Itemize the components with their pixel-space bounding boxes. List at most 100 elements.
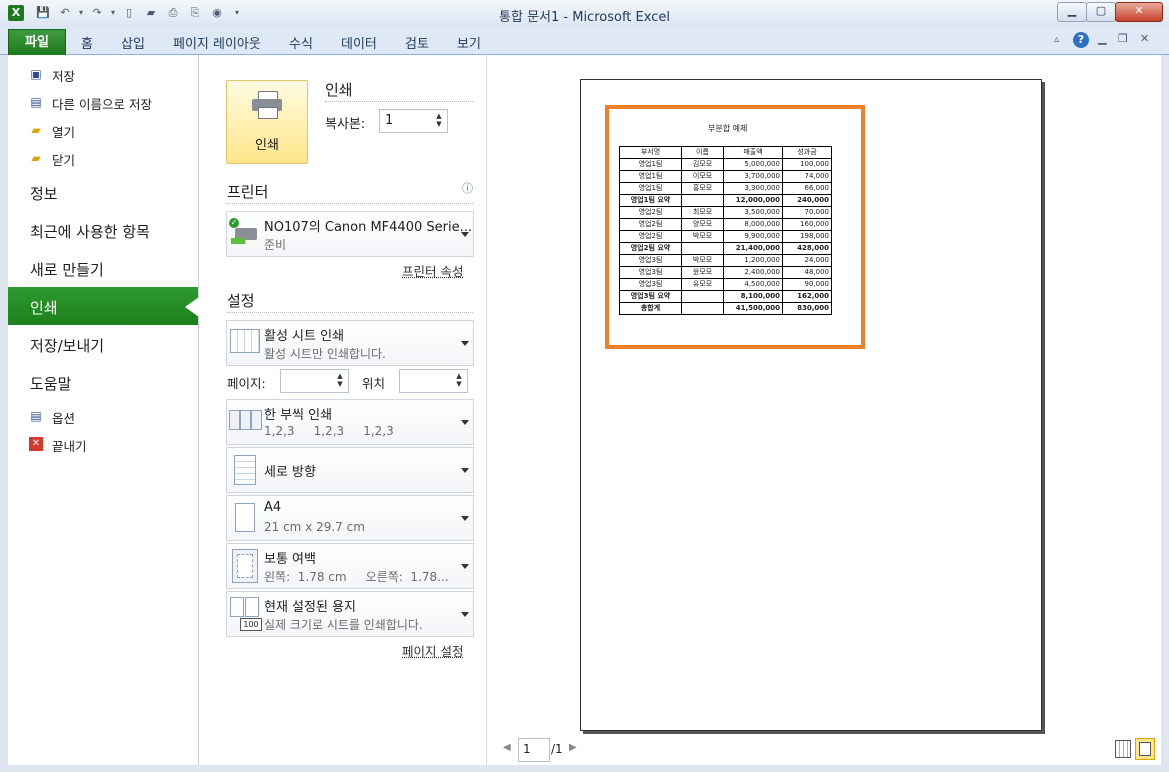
workbook-close-icon[interactable]: ✕ [1140,32,1149,45]
collate-label: 한 부씩 인쇄 [264,408,333,423]
printer-properties-link[interactable]: 프린터 속성 [402,261,463,280]
nav-new[interactable]: 새로 만들기 [30,259,104,280]
nav-help[interactable]: 도움말 [30,373,71,394]
folder-close-icon: ▰ [31,151,41,165]
info-icon[interactable]: ⓘ [462,180,473,196]
preview-cell-sales: 1,200,000 [723,254,783,267]
preview-cell-sales: 3,700,000 [723,170,783,183]
workbook-restore-icon[interactable]: ❐ [1118,32,1128,45]
chevron-down-icon [461,420,469,425]
preview-cell-dept: 총합계 [619,302,682,315]
pages-label: 페이지: [227,376,266,391]
margins-label: 보통 여백 [264,552,316,567]
pages-to-stepper[interactable]: ▲ ▼ [399,369,468,393]
stepper-arrows-icon[interactable]: ▲ ▼ [434,112,444,128]
tab-review[interactable]: 검토 [405,33,429,52]
tab-file[interactable]: 파일 [8,29,66,55]
nav-save[interactable]: 저장 [52,66,75,85]
divider [227,312,473,313]
tab-insert[interactable]: 삽입 [121,33,145,52]
preview-row: 영업3팀 박모모 1,200,000 24,000 [619,254,832,267]
nav-save-as[interactable]: 다른 이름으로 저장 [52,94,152,113]
nav-recent[interactable]: 최근에 사용한 항목 [30,221,150,242]
nav-info[interactable]: 정보 [30,183,58,204]
preview-table-container: 부서명 이름 매출액 성과금 영업1팀 김모모 5,000,000 100,000 영업1팀 이모… [619,146,832,315]
print-section-title: 인쇄 [325,81,353,99]
printer-section-title: 프린터 [227,183,269,201]
preview-cell-sales: 2,400,000 [723,266,783,279]
margins-dropdown[interactable]: 보통 여백 왼쪽: 1.78 cm 오른쪽: 1.78... [226,543,474,589]
zoom-to-page-icon[interactable] [1135,738,1155,760]
preview-cell-dept: 영업2팀 [619,206,682,219]
scaling-icon: 100 [230,597,262,631]
help-icon[interactable]: ? [1073,32,1089,48]
print-what-label: 활성 시트 인쇄 [264,329,345,344]
tab-formulas[interactable]: 수식 [289,33,313,52]
nav-options[interactable]: 옵션 [52,408,75,427]
workbook-minimize-icon[interactable]: ▁ [1098,32,1106,45]
window-title: 통합 문서1 - Microsoft Excel [499,10,670,25]
tab-view[interactable]: 보기 [457,33,481,52]
preview-cell-sales: 3,500,000 [723,206,783,219]
preview-cell-dept: 영업3팀 [619,254,682,267]
page-number-input[interactable]: 1 [518,738,550,762]
next-page-icon[interactable]: ▶ [569,742,577,753]
nav-open[interactable]: 열기 [52,122,75,141]
preview-cell-sales: 9,900,000 [723,230,783,243]
tab-page-layout[interactable]: 페이지 레이아웃 [173,33,261,52]
print-button[interactable]: 인쇄 [226,80,308,164]
printer-dropdown[interactable]: ✓ NO107의 Canon MF4400 Serie... 준비 [226,211,474,257]
folder-open-icon: ▰ [31,123,41,137]
selection-arrow [185,297,199,317]
paper-icon [235,503,255,532]
options-icon: ▤ [30,409,42,423]
stepper-arrows-icon[interactable]: ▲ ▼ [454,372,464,388]
orientation-dropdown[interactable]: 세로 방향 [226,447,474,493]
tab-home[interactable]: 홈 [81,33,93,52]
close-button[interactable]: ✕ [1115,2,1163,22]
chevron-down-icon [461,612,469,617]
preview-row: 영업1팀 김모모 5,000,000 100,000 [619,158,832,171]
scaling-dropdown[interactable]: 100 현재 설정된 용지 실제 크기로 시트를 인쇄합니다. [226,591,474,637]
preview-cell-name: 박모모 [681,230,724,243]
preview-cell-bonus: 162,000 [782,290,832,303]
restore-button[interactable]: ▢ [1086,2,1116,22]
tab-data[interactable]: 데이터 [341,33,377,52]
collate-dropdown[interactable]: 한 부씩 인쇄 1,2,3 1,2,3 1,2,3 [226,399,474,445]
preview-cell-name: 홍모모 [681,182,724,195]
preview-cell-bonus: 74,000 [782,170,832,183]
preview-cell-name [681,242,724,255]
nav-save-send[interactable]: 저장/보내기 [30,335,104,356]
scaling-label: 현재 설정된 용지 [264,600,356,615]
print-what-desc: 활성 시트만 인쇄합니다. [264,347,386,361]
prev-page-icon[interactable]: ◀ [503,742,511,753]
nav-print[interactable]: 인쇄 [30,297,58,318]
ribbon-minimize-icon[interactable]: ▵ [1054,34,1059,45]
preview-cell-name: 윤모모 [681,266,724,279]
copies-stepper[interactable]: 1 ▲ ▼ [379,109,448,133]
preview-cell-name: 이모모 [681,170,724,183]
stepper-arrows-icon[interactable]: ▲ ▼ [335,372,345,388]
page-number-value[interactable]: 1 [523,742,531,756]
pages-from-stepper[interactable]: ▲ ▼ [280,369,349,393]
print-button-label: 인쇄 [255,138,279,153]
settings-section-title: 설정 [227,292,255,310]
preview-cell-name: 양모모 [681,218,724,231]
page-setup-link[interactable]: 페이지 설정 [402,641,463,660]
portrait-icon [234,455,256,485]
preview-cell-dept: 영업3팀 [619,266,682,279]
preview-row: 영업2팀 양모모 8,000,000 160,000 [619,218,832,231]
collate-desc: 1,2,3 1,2,3 1,2,3 [264,424,394,438]
preview-sheet-title: 부분합 예제 [708,124,748,133]
preview-cell-name: 박모모 [681,254,724,267]
show-margins-icon[interactable] [1115,740,1131,758]
nav-close[interactable]: 닫기 [52,150,75,169]
print-what-dropdown[interactable]: 활성 시트 인쇄 활성 시트만 인쇄합니다. [226,320,474,366]
copies-value[interactable]: 1 [385,113,393,128]
orientation-label: 세로 방향 [264,465,316,480]
preview-row: 영업2팀 최모모 3,500,000 70,000 [619,206,832,219]
nav-exit[interactable]: 끝내기 [52,436,87,455]
preview-row: 영업1팀 홍모모 3,300,000 66,000 [619,182,832,195]
minimize-button[interactable]: ▁ [1057,2,1087,22]
paper-size-dropdown[interactable]: A4 21 cm x 29.7 cm [226,495,474,541]
